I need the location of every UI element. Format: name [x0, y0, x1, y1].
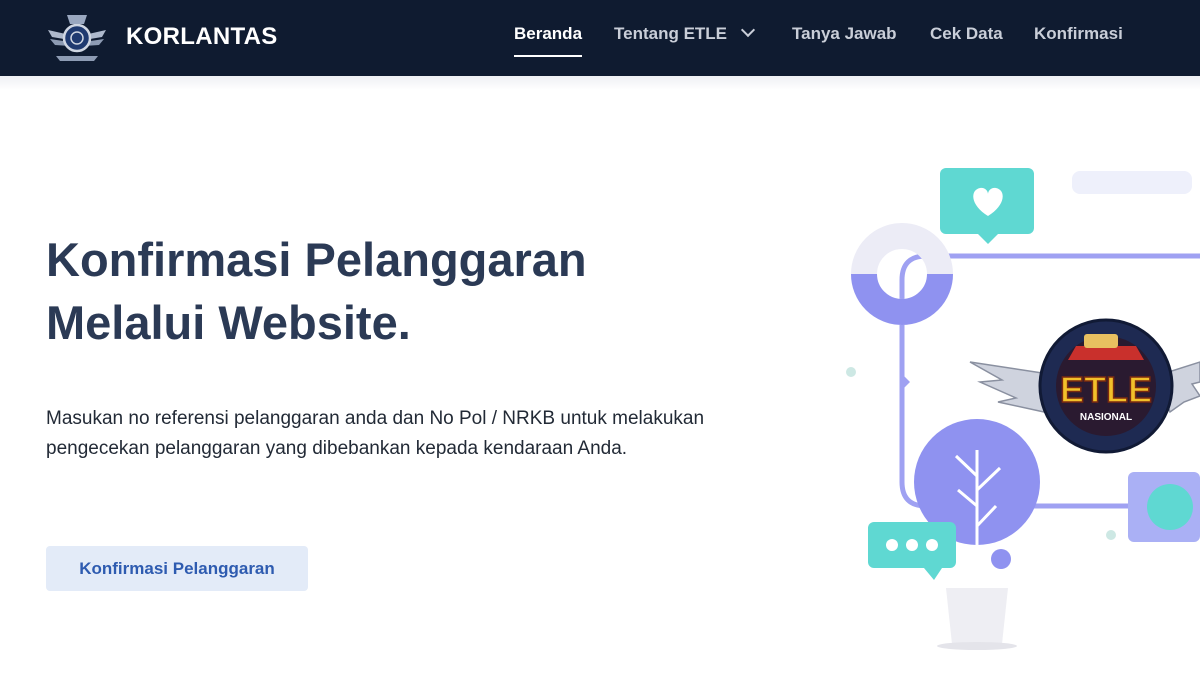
- decor-dot: [846, 367, 856, 377]
- brand-home-link[interactable]: KORLANTAS: [46, 9, 278, 65]
- nav-konfirmasi[interactable]: Konfirmasi: [1034, 24, 1123, 44]
- chevron-down-icon: [740, 22, 756, 38]
- nav-tanya-jawab[interactable]: Tanya Jawab: [792, 24, 897, 44]
- top-navbar: KORLANTAS Beranda Tentang ETLE Tanya Jaw…: [0, 0, 1200, 76]
- nav-cek-data[interactable]: Cek Data: [930, 24, 1003, 44]
- profile-card-icon: [1128, 472, 1200, 542]
- frame-notch: [902, 374, 910, 390]
- placeholder-bar: [1072, 171, 1192, 194]
- brand-name: KORLANTAS: [126, 23, 278, 50]
- nav-tentang-etle-label: Tentang ETLE: [614, 24, 728, 43]
- korlantas-emblem-icon: [48, 15, 106, 61]
- nav-konfirmasi-label: Konfirmasi: [1034, 24, 1123, 43]
- decor-dot: [1106, 530, 1116, 540]
- hero-illustration: ETLE NASIONAL: [846, 168, 1200, 650]
- chat-bubble-dots-icon: [868, 522, 956, 580]
- hero-title-line1: Konfirmasi Pelanggaran: [46, 233, 587, 286]
- etle-logo-sub: NASIONAL: [1080, 412, 1132, 423]
- nav-beranda[interactable]: Beranda: [514, 24, 583, 57]
- nav-beranda-label: Beranda: [514, 24, 583, 43]
- heart-bubble-icon: [940, 168, 1034, 244]
- hero-description: Masukan no referensi pelanggaran anda da…: [46, 408, 705, 459]
- navbar-shadow: [0, 76, 1200, 90]
- active-nav-underline: [514, 55, 583, 57]
- nav-cek-data-label: Cek Data: [930, 24, 1003, 43]
- konfirmasi-pelanggaran-button[interactable]: Konfirmasi Pelanggaran: [46, 546, 308, 591]
- etle-logo-word: ETLE: [1060, 369, 1152, 410]
- nav-tentang-etle[interactable]: Tentang ETLE: [614, 22, 756, 44]
- hero-title-line2: Melalui Website.: [46, 296, 411, 349]
- hero-title: Konfirmasi Pelanggaran Melalui Website.: [46, 228, 746, 354]
- nav-tanya-jawab-label: Tanya Jawab: [792, 24, 897, 43]
